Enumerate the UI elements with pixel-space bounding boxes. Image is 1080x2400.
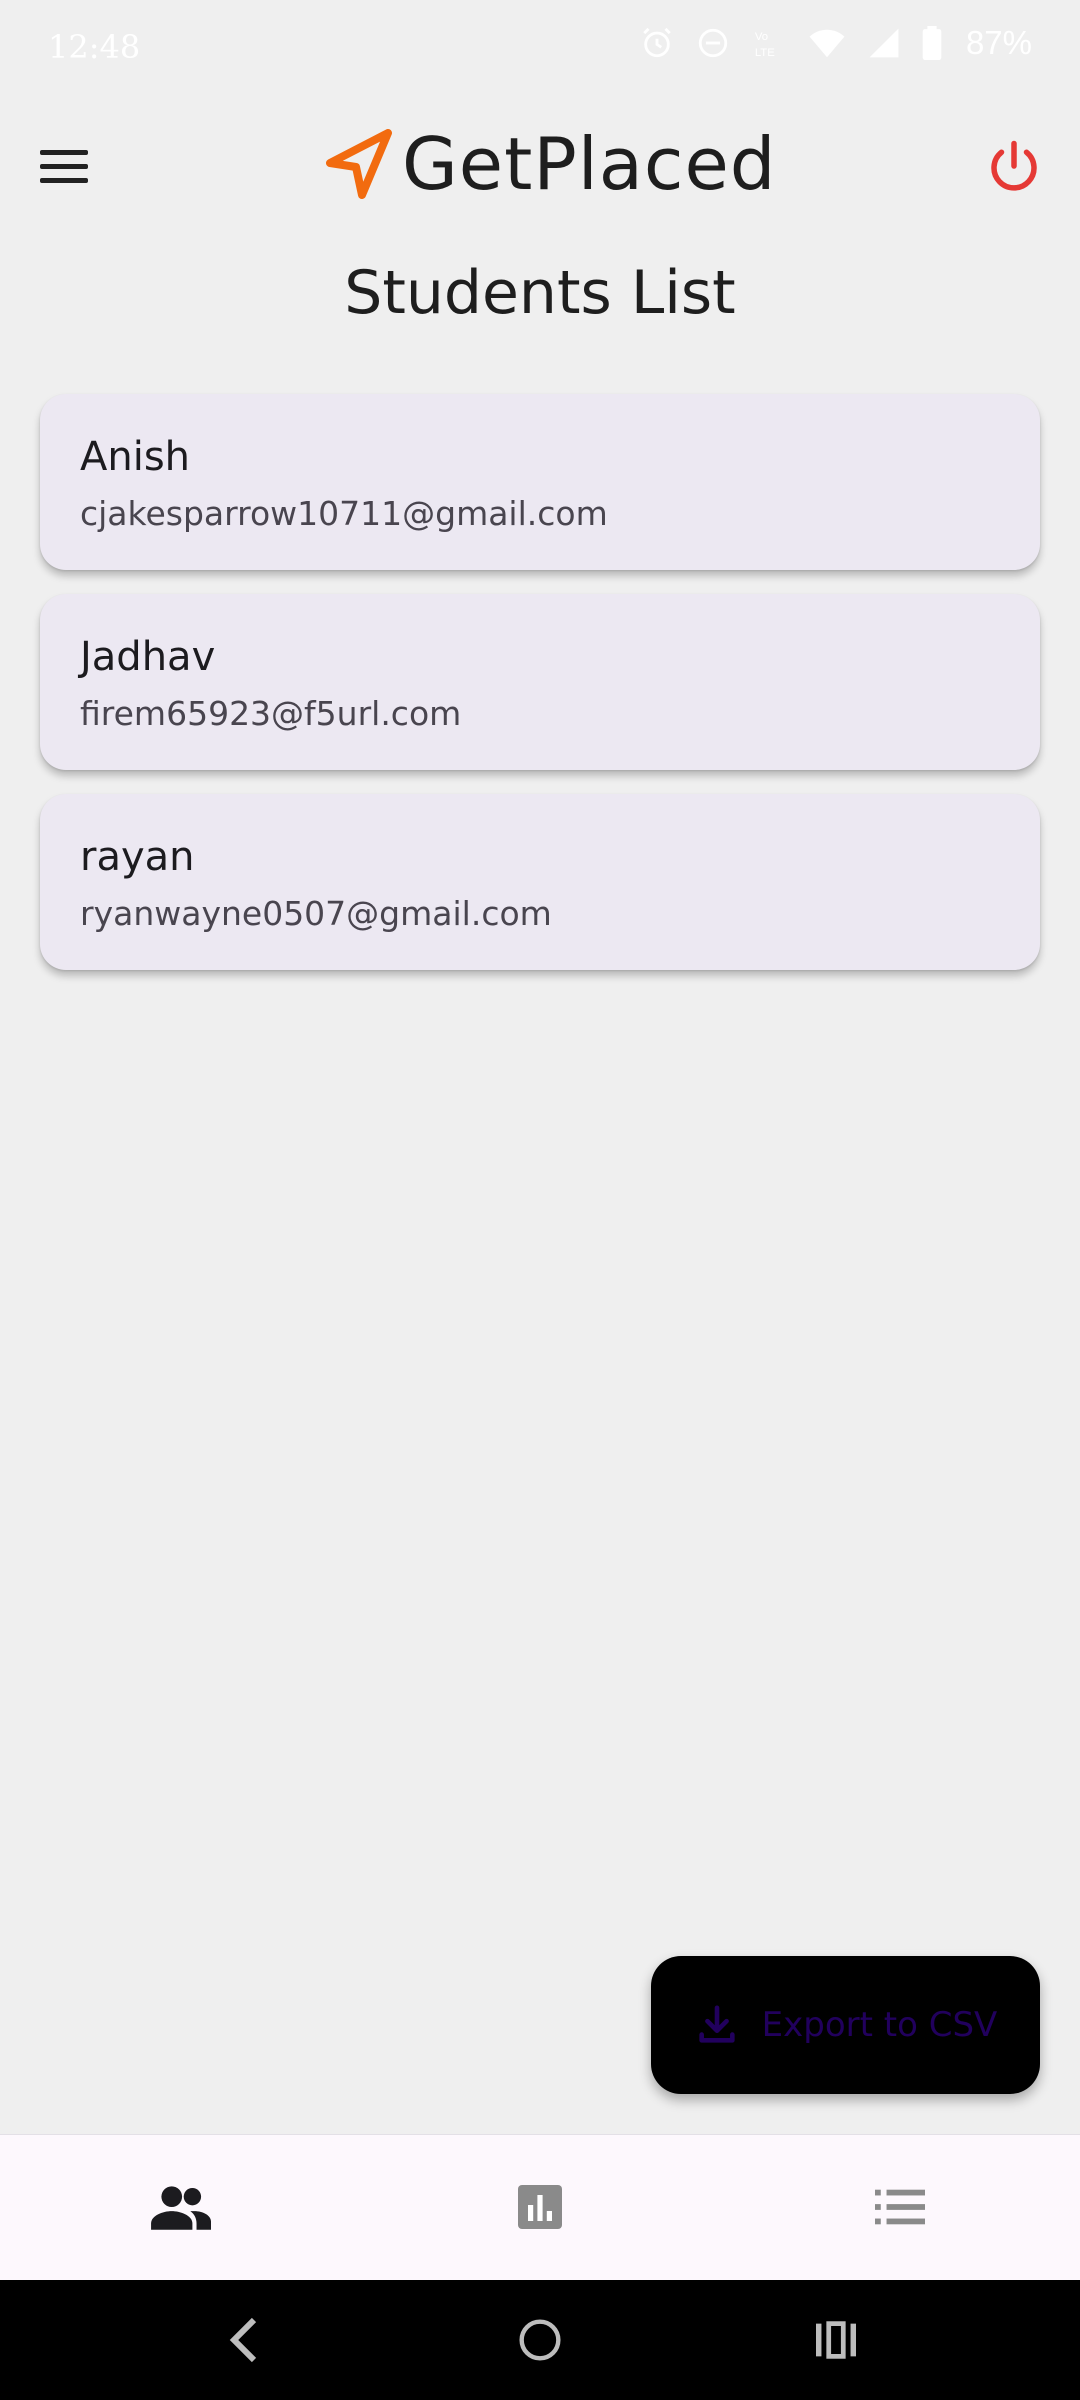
battery-percent: 87% xyxy=(965,24,1032,61)
student-email: firem65923@f5url.com xyxy=(80,694,462,733)
brand-name: GetPlaced xyxy=(402,122,777,206)
bar-chart-icon xyxy=(518,2185,562,2229)
export-csv-button[interactable]: Export to CSV xyxy=(651,1956,1040,2094)
svg-text:Vo: Vo xyxy=(755,31,768,43)
alarm-icon xyxy=(643,27,671,58)
menu-button[interactable] xyxy=(40,138,96,194)
export-csv-label: Export to CSV xyxy=(761,2005,998,2045)
svg-text:LTE: LTE xyxy=(755,47,775,59)
send-arrow-icon xyxy=(326,129,392,199)
status-time: 12:48 xyxy=(48,28,141,66)
home-icon xyxy=(519,2319,561,2361)
battery-icon xyxy=(922,26,942,60)
status-icons: Vo LTE 87% xyxy=(640,24,1032,62)
volte-icon: Vo LTE xyxy=(755,31,775,59)
student-email: ryanwayne0507@gmail.com xyxy=(80,894,552,933)
nav-list[interactable] xyxy=(860,2175,940,2239)
people-icon xyxy=(151,2186,211,2230)
student-name: Anish xyxy=(80,434,191,480)
list-icon xyxy=(875,2189,925,2225)
student-card[interactable]: rayan ryanwayne0507@gmail.com xyxy=(40,794,1040,970)
nav-stats[interactable] xyxy=(500,2175,580,2239)
power-icon xyxy=(991,140,1037,191)
student-name: rayan xyxy=(80,834,195,880)
student-card[interactable]: Jadhav firem65923@f5url.com xyxy=(40,594,1040,770)
menu-icon xyxy=(40,149,88,155)
app-bar: GetPlaced xyxy=(0,100,1080,230)
nav-students[interactable] xyxy=(140,2175,220,2239)
brand: GetPlaced xyxy=(326,122,776,206)
student-name: Jadhav xyxy=(80,634,216,680)
student-email: cjakesparrow10711@gmail.com xyxy=(80,494,608,533)
bottom-nav xyxy=(0,2134,1080,2281)
status-bar: 12:48 Vo LTE 87% xyxy=(0,0,1080,96)
download-icon xyxy=(699,2005,735,2043)
logout-button[interactable] xyxy=(984,136,1044,196)
recents-button[interactable] xyxy=(806,2310,866,2370)
wifi-icon xyxy=(809,29,845,58)
recents-icon xyxy=(816,2321,856,2359)
signal-icon xyxy=(869,28,899,58)
system-nav-bar xyxy=(0,2280,1080,2400)
dnd-icon xyxy=(698,28,728,58)
home-button[interactable] xyxy=(510,2310,570,2370)
student-card[interactable]: Anish cjakesparrow10711@gmail.com xyxy=(40,394,1040,570)
page-title: Students List xyxy=(344,258,736,328)
back-button[interactable] xyxy=(214,2310,274,2370)
back-icon xyxy=(229,2317,257,2363)
student-list: Anish cjakesparrow10711@gmail.com Jadhav… xyxy=(40,394,1040,994)
